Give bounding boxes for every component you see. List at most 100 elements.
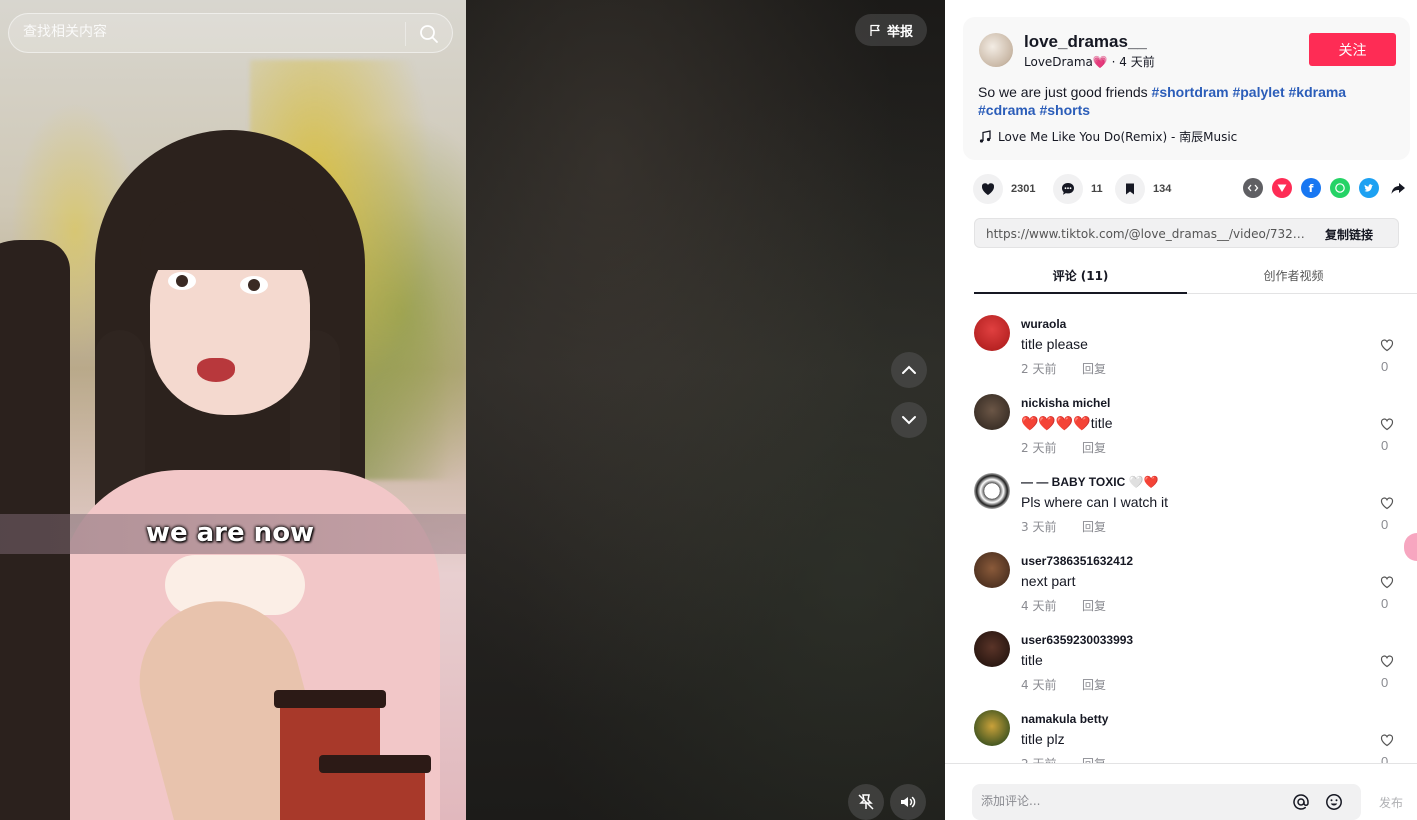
video-area[interactable]: we are now 举报 <box>0 0 945 820</box>
comment-item: namakula betty title plz 2 天前 回复 0 <box>974 690 1404 763</box>
commenter-name[interactable]: wuraola <box>1021 317 1066 331</box>
heart-outline-icon[interactable] <box>1379 495 1395 511</box>
heart-outline-icon[interactable] <box>1379 337 1395 353</box>
commenter-name[interactable]: user7386351632412 <box>1021 554 1133 568</box>
comment-like-count: 0 <box>1381 359 1389 374</box>
hashtag-link[interactable]: #palylet <box>1232 84 1284 100</box>
hashtag-link[interactable]: #kdrama <box>1289 84 1347 100</box>
comment-tabs: 评论 (11) 创作者视频 <box>974 258 1417 294</box>
comment-text: title please <box>1021 336 1088 352</box>
author-username[interactable]: love_dramas__ <box>1024 32 1147 52</box>
commenter-avatar[interactable] <box>974 473 1010 509</box>
comment-item: user6359230033993 title 4 天前 回复 0 <box>974 611 1404 692</box>
comment-like-count: 0 <box>1381 596 1389 611</box>
comment-like-count: 0 <box>1381 438 1389 453</box>
commenter-avatar[interactable] <box>974 315 1010 351</box>
commenter-name[interactable]: nickisha michel <box>1021 396 1110 410</box>
heart-outline-icon[interactable] <box>1379 416 1395 432</box>
chevron-down-icon <box>902 416 916 425</box>
share-link-box: https://www.tiktok.com/@love_dramas__/vi… <box>974 218 1399 248</box>
save-button[interactable]: 134 <box>1115 174 1171 204</box>
search-icon[interactable] <box>419 24 439 44</box>
chevron-up-icon <box>902 365 916 374</box>
active-tab-indicator <box>974 292 1187 294</box>
bookmark-icon <box>1126 183 1134 195</box>
heart-outline-icon[interactable] <box>1379 653 1395 669</box>
video-blurred-background <box>466 0 945 820</box>
comment-item: — — BABY TOXIC 🤍❤️ Pls where can I watch… <box>974 453 1404 534</box>
comment-button[interactable]: 11 <box>1053 174 1103 204</box>
post-comment-button[interactable]: 发布 <box>1379 794 1403 811</box>
tab-comments[interactable]: 评论 (11) <box>974 267 1187 284</box>
save-count: 134 <box>1153 183 1172 195</box>
follow-button[interactable]: 关注 <box>1309 33 1396 66</box>
comment-text: title plz <box>1021 731 1065 747</box>
action-bar: 2301 11 134 f <box>973 174 1405 204</box>
like-count: 2301 <box>1011 183 1036 195</box>
post-time: 4 天前 <box>1119 55 1155 69</box>
comment-item: user7386351632412 next part 4 天前 回复 0 <box>974 532 1404 613</box>
comment-text: next part <box>1021 573 1076 589</box>
share-icons: f <box>1243 178 1408 198</box>
whatsapp-icon[interactable] <box>1330 178 1350 198</box>
emoji-icon[interactable] <box>1325 793 1343 811</box>
post-description: So we are just good friends #shortdram #… <box>978 83 1398 119</box>
volume-button[interactable] <box>890 784 926 820</box>
search-input[interactable] <box>23 24 393 40</box>
comment-text: title <box>1021 652 1043 668</box>
comment-like-count: 0 <box>1381 517 1389 532</box>
video-subtitle: we are now <box>145 518 315 548</box>
coffee-cup <box>319 755 431 820</box>
hashtag-link[interactable]: #shortdram <box>1152 84 1229 100</box>
music-link[interactable]: Love Me Like You Do(Remix) - 南辰Music <box>978 128 1237 145</box>
comment-input[interactable] <box>981 794 1281 808</box>
twitter-icon[interactable] <box>1359 178 1379 198</box>
comment-icon <box>1062 183 1074 195</box>
comment-like-count: 0 <box>1381 675 1389 690</box>
comment-list[interactable]: wuraola title please 2 天前 回复 0 nickisha … <box>945 295 1417 763</box>
commenter-avatar[interactable] <box>974 394 1010 430</box>
share-arrow-icon[interactable] <box>1388 178 1408 198</box>
commenter-name[interactable]: namakula betty <box>1021 712 1108 726</box>
comment-count: 11 <box>1091 183 1103 195</box>
facebook-icon[interactable]: f <box>1301 178 1321 198</box>
hashtag-link[interactable]: #cdrama <box>978 102 1036 118</box>
floating-player-button[interactable] <box>848 784 884 820</box>
hashtag-link[interactable]: #shorts <box>1039 102 1090 118</box>
post-text: So we are just good friends <box>978 84 1148 100</box>
send-to-friends-icon[interactable] <box>1272 178 1292 198</box>
commenter-name[interactable]: user6359230033993 <box>1021 633 1133 647</box>
previous-video-button[interactable] <box>891 352 927 388</box>
heart-outline-icon[interactable] <box>1379 732 1395 748</box>
comment-item: wuraola title please 2 天前 回复 0 <box>974 295 1404 376</box>
video-info-card: love_dramas__ LoveDrama💗 · 4 天前 关注 So we… <box>963 17 1410 160</box>
commenter-avatar[interactable] <box>974 631 1010 667</box>
author-display-name[interactable]: LoveDrama💗 <box>1024 55 1108 69</box>
side-panel: love_dramas__ LoveDrama💗 · 4 天前 关注 So we… <box>945 0 1417 820</box>
report-button[interactable]: 举报 <box>855 14 927 46</box>
comment-text: ❤️❤️❤️❤️title <box>1021 415 1113 431</box>
pin-off-icon <box>858 794 874 810</box>
next-video-button[interactable] <box>891 402 927 438</box>
comment-text: Pls where can I watch it <box>1021 494 1169 510</box>
reply-button[interactable]: 回复 <box>1082 755 1106 763</box>
commenter-name[interactable]: — — BABY TOXIC 🤍❤️ <box>1021 475 1158 489</box>
commenter-avatar[interactable] <box>974 710 1010 746</box>
author-avatar[interactable] <box>979 33 1013 67</box>
share-link-text[interactable]: https://www.tiktok.com/@love_dramas__/vi… <box>986 227 1308 241</box>
comment-like-count: 0 <box>1381 754 1389 763</box>
commenter-avatar[interactable] <box>974 552 1010 588</box>
like-button[interactable]: 2301 <box>973 174 1035 204</box>
comment-composer: 发布 <box>945 763 1417 820</box>
comment-item: nickisha michel ❤️❤️❤️❤️title 2 天前 回复 0 <box>974 374 1404 455</box>
author-subline: LoveDrama💗 · 4 天前 <box>1024 55 1155 69</box>
search-bar[interactable] <box>8 13 453 53</box>
embed-icon[interactable] <box>1243 178 1263 198</box>
music-note-icon <box>979 129 991 143</box>
video-player[interactable]: we are now <box>0 0 466 820</box>
mention-icon[interactable] <box>1292 793 1310 811</box>
heart-outline-icon[interactable] <box>1379 574 1395 590</box>
tab-creator-videos[interactable]: 创作者视频 <box>1187 267 1400 284</box>
copy-link-button[interactable]: 复制链接 <box>1325 226 1373 243</box>
volume-icon <box>901 796 916 808</box>
